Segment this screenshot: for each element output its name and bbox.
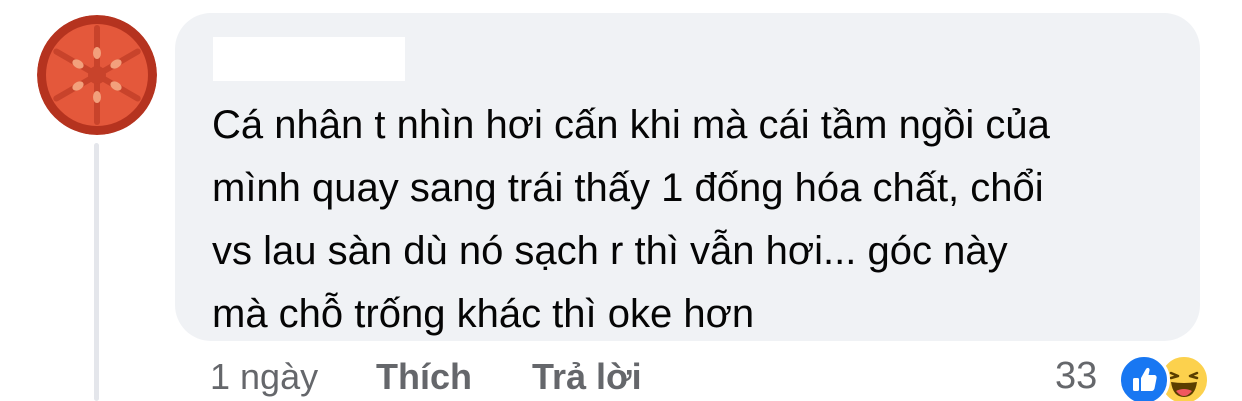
comment-thread: Cá nhân t nhìn hơi cấn khi mà cái tầm ng…: [0, 0, 1242, 401]
like-button[interactable]: Thích: [376, 356, 472, 398]
reaction-count[interactable]: 33: [1055, 355, 1097, 398]
comment-text: Cá nhân t nhìn hơi cấn khi mà cái tầm ng…: [212, 94, 1182, 346]
thread-line: [94, 143, 99, 401]
avatar[interactable]: [37, 15, 157, 135]
reaction-icons[interactable]: [1118, 352, 1228, 401]
timestamp-link[interactable]: 1 ngày: [210, 356, 318, 398]
comment-text-line: vs lau sàn dù nó sạch r thì vẫn hơi... g…: [212, 229, 1008, 273]
reply-button[interactable]: Trả lời: [532, 356, 642, 398]
comment-text-line: mà chỗ trống khác thì oke hơn: [212, 292, 755, 336]
comment-text-line: mình quay sang trái thấy 1 đống hóa chất…: [212, 166, 1044, 210]
tomato-slice-icon: [37, 15, 157, 135]
like-icon: [1118, 354, 1170, 401]
author-name-redacted[interactable]: [213, 37, 405, 81]
comment-bubble: Cá nhân t nhìn hơi cấn khi mà cái tầm ng…: [175, 13, 1200, 341]
comment-text-line: Cá nhân t nhìn hơi cấn khi mà cái tầm ng…: [212, 103, 1050, 147]
